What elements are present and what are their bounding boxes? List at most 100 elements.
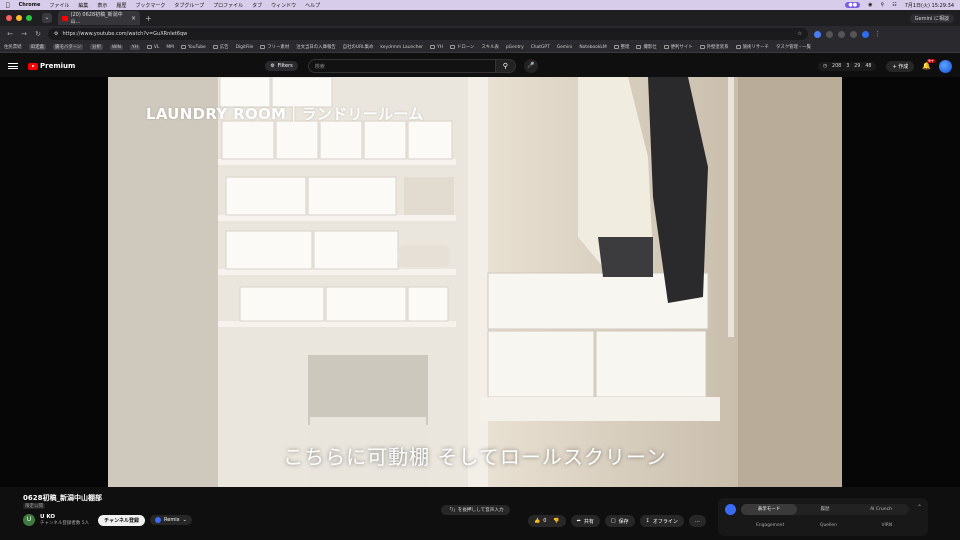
bookmark-item[interactable]: ID定義 — [28, 44, 47, 50]
menubar-item[interactable]: プロファイル — [213, 2, 243, 9]
menubar-item[interactable]: ヘルプ — [305, 2, 320, 9]
url-text[interactable]: https://www.youtube.com/watch?v=GuXRnIet… — [62, 31, 793, 37]
thumbs-up-icon: 👍 — [534, 518, 541, 524]
bookmark-item[interactable]: NotebookLM — [579, 45, 606, 50]
bookmark-item[interactable]: Gemini — [557, 45, 573, 50]
voice-search-icon[interactable]: 🎤 — [523, 59, 538, 73]
menubar-item[interactable]: ブックマーク — [135, 2, 165, 9]
bookmark-item[interactable]: 住民票続 — [4, 44, 22, 50]
gemini-button[interactable]: Gemini に相談 — [909, 13, 954, 23]
extension-logo-icon[interactable] — [725, 504, 736, 515]
account-avatar[interactable] — [939, 59, 952, 73]
bookmark-item[interactable]: ChatGPT — [531, 45, 550, 50]
panel-tab-display-mode[interactable]: 表示モード — [741, 504, 797, 515]
reload-icon[interactable]: ↻ — [34, 30, 42, 38]
extension-icon[interactable] — [838, 30, 845, 38]
panel-label: Engagement — [756, 523, 785, 528]
bookmark-item[interactable]: YH — [129, 44, 140, 50]
bookmark-item[interactable]: 注文当日の入庫報告 — [296, 44, 336, 50]
search-icon[interactable]: ⚲ — [881, 2, 885, 8]
menubar-item[interactable]: ウィンドウ — [271, 2, 296, 9]
browser-tab-strip: ⌄ (20) 0628初稿_新潟中山… × + Gemini に相談 — [0, 10, 960, 26]
thumbs-down-icon[interactable]: 👎 — [553, 518, 559, 524]
filters-button[interactable]: ⚙ Filters — [265, 61, 298, 71]
bookmark-item[interactable]: WIN — [109, 44, 123, 50]
youtube-logo[interactable]: Premium — [28, 62, 75, 70]
notifications-bell-icon[interactable]: 🔔 9+ — [922, 59, 935, 70]
more-actions-button[interactable]: … — [688, 515, 706, 527]
create-button[interactable]: + 作成 — [886, 60, 915, 72]
bookmark-item[interactable]: 自社のURL集め — [343, 44, 374, 50]
menubar-item[interactable]: 履歴 — [116, 2, 126, 9]
subscribe-button[interactable]: チャンネル登録 — [98, 514, 146, 526]
menubar-clock[interactable]: 7月1日(火) 15:29:34 — [905, 2, 954, 9]
bookmark-item[interactable]: DigitFile — [236, 45, 254, 50]
search-input[interactable]: 検索 — [307, 59, 496, 73]
bookmark-folder[interactable]: YH — [429, 45, 443, 50]
hamburger-menu-icon[interactable] — [8, 63, 18, 69]
search-button[interactable]: ⚲ — [495, 59, 516, 73]
share-button[interactable]: ➦ 共有 — [570, 515, 600, 527]
bookmark-folder[interactable]: 便利サイト — [663, 44, 693, 50]
bookmark-item[interactable]: MM — [166, 45, 174, 50]
menubar-item[interactable]: タブ — [252, 2, 262, 9]
bookmark-star-icon[interactable]: ☆ — [798, 31, 802, 37]
panel-tabs: 表示モード 履歴 AI Crunch — [741, 504, 909, 515]
back-icon[interactable]: ← — [6, 30, 14, 38]
video-player[interactable]: LAUNDRY ROOM｜ランドリールーム こちらに可動棚 そしてロールスクリー… — [0, 77, 960, 487]
bookmark-item[interactable]: 腸モバターン — [53, 44, 84, 50]
chevron-up-icon[interactable]: ⌃ — [917, 504, 922, 511]
maximize-window-icon[interactable] — [26, 15, 32, 21]
apple-icon[interactable]:  — [6, 2, 10, 9]
bookmark-folder[interactable]: 撮影仕 — [636, 44, 657, 50]
like-button[interactable]: 👍 0 👎 — [528, 515, 566, 527]
offline-button[interactable]: ↧ オフライン — [639, 515, 684, 527]
bookmark-item[interactable]: keydrmm Launcher — [380, 45, 423, 50]
forward-icon[interactable]: → — [20, 30, 28, 38]
bookmark-item[interactable]: 分析 — [90, 44, 103, 50]
extension-icon[interactable] — [826, 30, 833, 38]
extension-icon[interactable] — [814, 30, 821, 38]
bookmark-folder[interactable]: 施術リサーチ — [735, 44, 769, 50]
new-tab-button[interactable]: + — [145, 14, 152, 23]
bookmark-folder[interactable]: ドローン — [449, 44, 474, 50]
bookmark-folder[interactable]: 広告 — [212, 44, 229, 50]
tab-search-icon[interactable]: ⌄ — [42, 13, 52, 23]
browser-tab-active[interactable]: (20) 0628初稿_新潟中山… × — [58, 11, 140, 25]
menubar-item[interactable]: ファイル — [49, 2, 69, 9]
panel-tab-history[interactable]: 履歴 — [797, 504, 853, 515]
status-app-icon[interactable]: ●● — [845, 2, 861, 8]
bookmark-folder[interactable]: VL — [146, 45, 159, 50]
address-bar[interactable]: ⚙ https://www.youtube.com/watch?v=GuXRnI… — [48, 28, 808, 40]
bookmark-folder[interactable]: YouTube — [180, 45, 206, 50]
save-button[interactable]: □ 保存 — [604, 515, 635, 527]
minimize-window-icon[interactable] — [16, 15, 22, 21]
menu-kebab-icon[interactable]: ⋮ — [874, 30, 881, 38]
control-center-icon[interactable]: ☷ — [892, 2, 896, 8]
extension-icon[interactable] — [850, 30, 857, 38]
bookmark-folder[interactable]: 整理 — [613, 44, 629, 50]
menubar-item[interactable]: タブグループ — [174, 2, 204, 9]
panel-tab-ai[interactable]: AI Crunch — [853, 504, 909, 515]
site-info-icon[interactable]: ⚙ — [54, 31, 58, 37]
bookmark-item[interactable]: pGentry — [506, 45, 524, 50]
plus-icon: + — [892, 63, 897, 70]
channel-meta: U KO チャンネル登録者数 5人 — [40, 514, 89, 526]
video-frame[interactable]: LAUNDRY ROOM｜ランドリールーム こちらに可動棚 そしてロールスクリー… — [108, 77, 842, 487]
wifi-icon[interactable]: ◉ — [868, 2, 872, 8]
menubar-item[interactable]: 編集 — [78, 2, 88, 9]
video-title-overlay: LAUNDRY ROOM｜ランドリールーム — [146, 105, 424, 123]
bookmark-item[interactable]: スキル表 — [481, 44, 499, 50]
bookmark-item[interactable]: タスク管理・一覧 — [776, 44, 811, 50]
menubar-app-name[interactable]: Chrome — [19, 2, 41, 8]
menubar-item[interactable]: 表示 — [97, 2, 107, 9]
profile-avatar[interactable] — [862, 30, 869, 38]
stats-extension[interactable]: ◷ 208 3 29 48 — [817, 61, 877, 71]
folder-icon — [636, 45, 642, 49]
bookmark-folder[interactable]: フリー素材 — [260, 44, 289, 50]
remix-button[interactable]: Remix ⌄ — [150, 515, 192, 525]
channel-avatar[interactable]: U — [23, 514, 35, 526]
close-tab-icon[interactable]: × — [131, 15, 136, 22]
bookmark-folder[interactable]: 外壁塗装系 — [699, 44, 729, 50]
close-window-icon[interactable] — [6, 15, 12, 21]
